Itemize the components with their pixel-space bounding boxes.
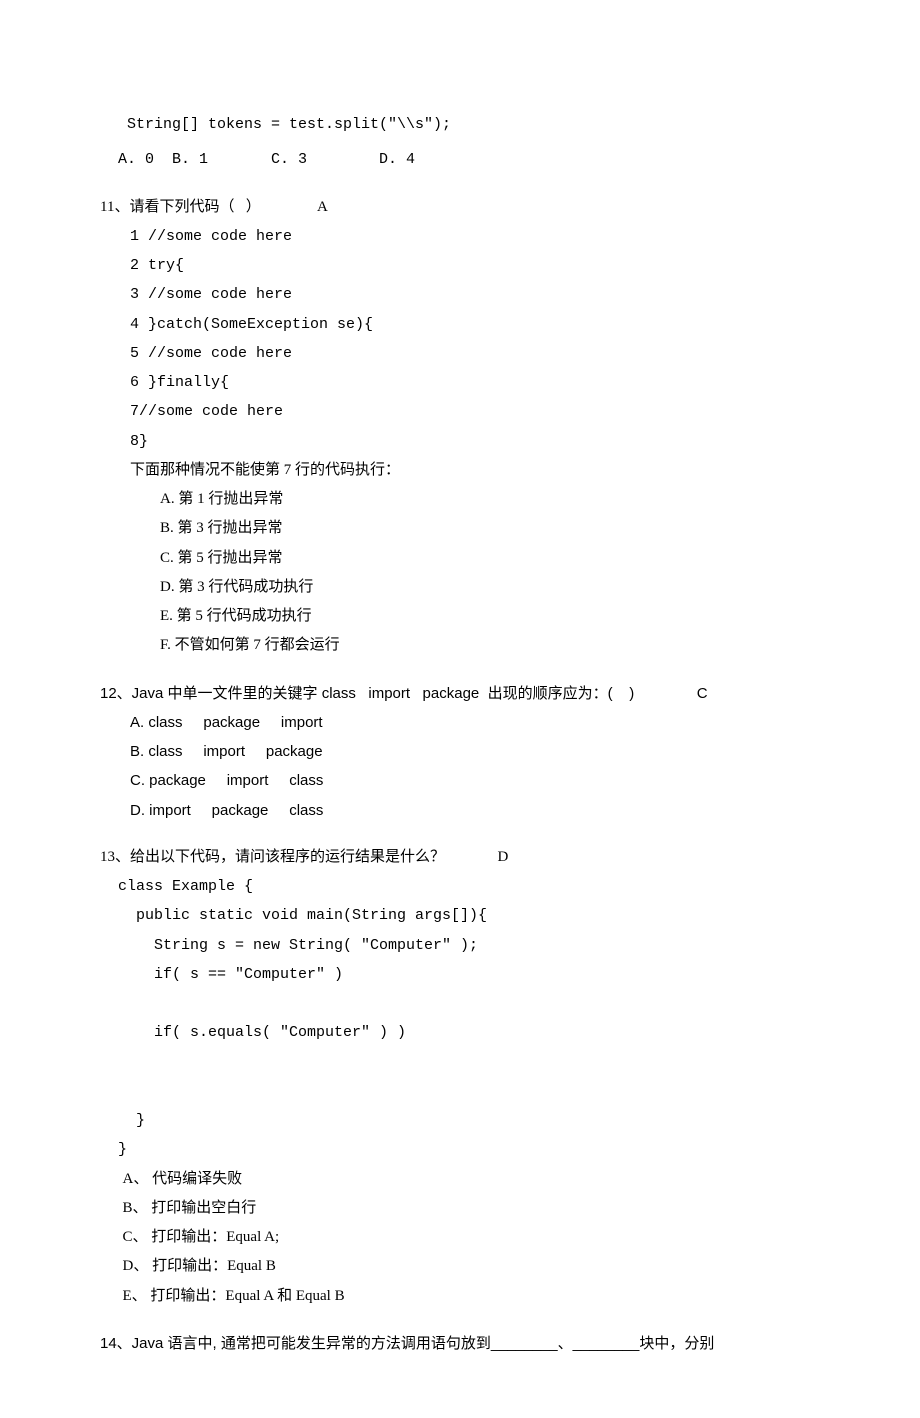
question-11: 11、请看下列代码（ ） A 1 //some code here 2 try{… xyxy=(100,193,820,661)
code-line: public static void main(String args[]){ xyxy=(100,901,820,930)
question-text: 14、Java 语言中, 通常把可能发生异常的方法调用语句放到________、… xyxy=(100,1329,820,1358)
option: E. 第 5 行代码成功执行 xyxy=(160,602,820,631)
question-13: 13、给出以下代码，请问该程序的运行结果是什么？ D class Example… xyxy=(100,843,820,1311)
option: A. 第 1 行抛出异常 xyxy=(160,485,820,514)
question-title: 13、给出以下代码，请问该程序的运行结果是什么？ D xyxy=(100,843,820,872)
option: F. 不管如何第 7 行都会运行 xyxy=(160,631,820,660)
option: D. import package class xyxy=(130,796,820,825)
code-line xyxy=(100,1048,820,1077)
option: C. package import class xyxy=(130,766,820,795)
code-line: String[] tokens = test.split("\\s"); xyxy=(100,110,820,139)
option: B. class import package xyxy=(130,737,820,766)
question-title: 11、请看下列代码（ ） A xyxy=(100,193,820,222)
code-line: if( s.equals( "Computer" ) ) xyxy=(100,1018,820,1047)
code-line: } xyxy=(100,1135,820,1164)
option: A. class package import xyxy=(130,708,820,737)
option: D、 打印输出：Equal B xyxy=(123,1252,821,1281)
option: C. 第 5 行抛出异常 xyxy=(160,544,820,573)
code-line: 7//some code here xyxy=(130,397,820,426)
code-line: 3 //some code here xyxy=(130,280,820,309)
option: B、 打印输出空白行 xyxy=(123,1194,821,1223)
options-line: A. 0 B. 1 C. 3 D. 4 xyxy=(100,145,820,174)
option: D. 第 3 行代码成功执行 xyxy=(160,573,820,602)
question-title: 12、Java 中单一文件里的关键字 class import package … xyxy=(100,679,820,708)
code-line: 8} xyxy=(130,427,820,456)
code-line: 6 }finally{ xyxy=(130,368,820,397)
code-line: 4 }catch(SomeException se){ xyxy=(130,310,820,339)
option: B. 第 3 行抛出异常 xyxy=(160,514,820,543)
code-line: class Example { xyxy=(100,872,820,901)
code-line: String s = new String( "Computer" ); xyxy=(100,931,820,960)
code-line: 2 try{ xyxy=(130,251,820,280)
code-line: 1 //some code here xyxy=(130,222,820,251)
code-line: if( s == "Computer" ) xyxy=(100,960,820,989)
option: C、 打印输出：Equal A; xyxy=(123,1223,821,1252)
question-prompt: 下面那种情况不能使第 7 行的代码执行： xyxy=(130,456,820,485)
code-line: 5 //some code here xyxy=(130,339,820,368)
code-line: } xyxy=(100,1106,820,1135)
option: A、 代码编译失败 xyxy=(123,1165,821,1194)
question-14: 14、Java 语言中, 通常把可能发生异常的方法调用语句放到________、… xyxy=(100,1329,820,1358)
option: E、 打印输出：Equal A 和 Equal B xyxy=(123,1282,821,1311)
document-page: String[] tokens = test.split("\\s"); A. … xyxy=(0,0,920,1418)
code-line xyxy=(100,989,820,1018)
code-line xyxy=(100,1077,820,1106)
question-12: 12、Java 中单一文件里的关键字 class import package … xyxy=(100,679,820,825)
